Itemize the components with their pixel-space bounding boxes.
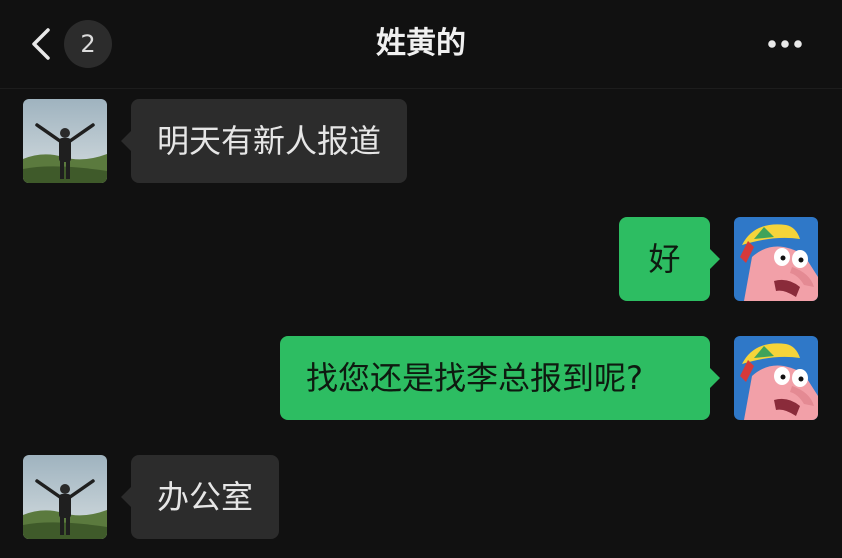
cartoon-avatar-icon bbox=[734, 217, 818, 301]
chat-title: 姓黄的 bbox=[376, 26, 466, 61]
message-bubble-incoming[interactable]: 明天有新人报道 bbox=[120, 99, 408, 183]
message-bubble-incoming[interactable]: 办公室 bbox=[120, 455, 280, 539]
my-avatar[interactable] bbox=[734, 217, 818, 301]
contact-avatar[interactable] bbox=[23, 99, 107, 183]
person-photo-icon bbox=[23, 455, 107, 539]
person-photo-icon bbox=[23, 99, 107, 183]
unread-count-badge[interactable]: 2 bbox=[64, 20, 112, 68]
more-horizontal-icon bbox=[768, 40, 802, 48]
message-bubble-outgoing[interactable]: 找您还是找李总报到呢? bbox=[280, 336, 720, 420]
cartoon-avatar-icon bbox=[734, 336, 818, 420]
chat-header: 2 姓黄的 bbox=[0, 0, 842, 89]
contact-avatar[interactable] bbox=[23, 455, 107, 539]
more-button[interactable] bbox=[760, 24, 810, 64]
back-button[interactable] bbox=[22, 22, 62, 66]
message-bubble-outgoing[interactable]: 好 bbox=[619, 217, 720, 301]
chevron-left-icon bbox=[32, 28, 50, 60]
my-avatar[interactable] bbox=[734, 336, 818, 420]
